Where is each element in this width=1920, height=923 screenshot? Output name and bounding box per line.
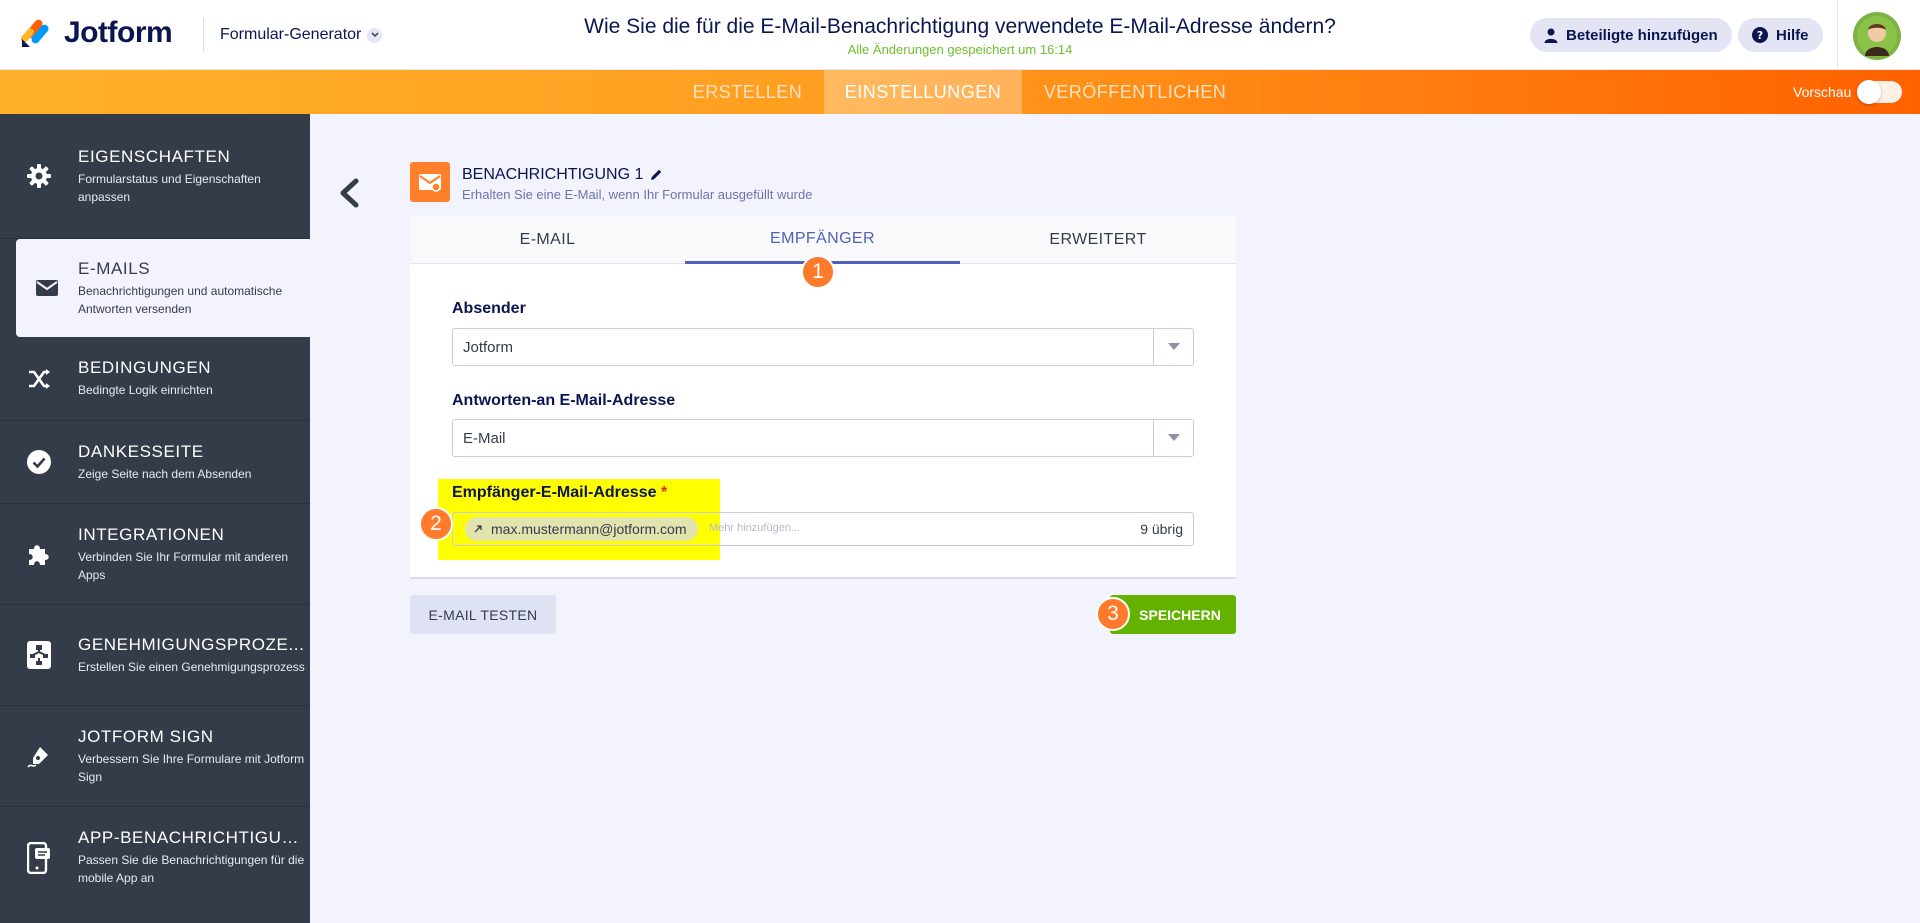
sidebar-item-subtitle: Benachrichtigungen und automatische Antw…: [78, 283, 283, 316]
sidebar-item-conditions[interactable]: BEDINGUNGEN Bedingte Logik einrichten: [0, 337, 310, 421]
remaining-count: 9 übrig: [1140, 521, 1183, 537]
step-badge-1: 1: [801, 255, 835, 289]
add-participants-button[interactable]: Beteiligte hinzufügen: [1530, 18, 1732, 52]
required-mark: *: [660, 484, 668, 501]
sidebar-item-title: INTEGRATIONEN: [78, 524, 225, 544]
recipient-label: Empfänger-E-Mail-Adresse *: [452, 484, 667, 502]
tab-advanced[interactable]: ERWEITERT: [960, 216, 1236, 264]
step-badge-2: 2: [419, 507, 453, 541]
sidebar-item-emails[interactable]: E-MAILS Benachrichtigungen und automatis…: [16, 239, 310, 337]
dropdown-arrow-icon[interactable]: [1153, 420, 1193, 456]
reply-to-label: Antworten-an E-Mail-Adresse: [452, 392, 676, 409]
sidebar-item-jotform-sign[interactable]: JOTFORM SIGN Verbessern Sie Ihre Formula…: [0, 706, 310, 807]
sender-label: Absender: [452, 300, 526, 317]
recipient-email-tag-text: max.mustermann@jotform.com: [491, 521, 687, 537]
dropdown-arrow-icon[interactable]: [1153, 329, 1193, 365]
sender-select[interactable]: Jotform: [452, 328, 1194, 366]
back-button[interactable]: [336, 178, 362, 208]
svg-text:?: ?: [1757, 29, 1763, 42]
question-icon: ?: [1752, 27, 1768, 43]
tab-email[interactable]: E-MAIL: [410, 216, 685, 264]
shuffle-icon: [0, 368, 78, 390]
add-participants-label: Beteiligte hinzufügen: [1566, 26, 1718, 44]
add-more-placeholder[interactable]: Mehr hinzufügen...: [709, 522, 800, 534]
step-badge-3: 3: [1096, 597, 1130, 631]
sidebar-item-thankyou[interactable]: DANKESSEITE Zeige Seite nach dem Absende…: [0, 421, 310, 504]
sidebar-item-title: APP-BENACHRICHTIGUNG: [78, 828, 308, 847]
notification-subtitle: Erhalten Sie eine E-Mail, wenn Ihr Formu…: [462, 187, 813, 202]
recipient-label-text: Empfänger-E-Mail-Adresse: [452, 484, 657, 501]
reply-to-value: E-Mail: [463, 430, 506, 447]
help-button[interactable]: ? Hilfe: [1738, 18, 1823, 52]
envelope-icon: [16, 279, 78, 297]
nav-tab-publish[interactable]: VERÖFFENTLICHEN: [1030, 70, 1240, 114]
recipient-email-input[interactable]: max.mustermann@jotform.com Mehr hinzufüg…: [452, 512, 1194, 546]
sidebar-item-title: JOTFORM SIGN: [78, 726, 214, 746]
sidebar-item-subtitle: Verbinden Sie Ihr Formular mit anderen A…: [78, 549, 289, 582]
notification-email-icon: [410, 162, 450, 202]
sidebar-item-subtitle: Zeige Seite nach dem Absenden: [78, 466, 252, 481]
sidebar-item-subtitle: Formularstatus und Eigenschaften anpasse…: [78, 171, 261, 204]
check-circle-icon: [0, 450, 78, 474]
builder-navbar: ERSTELLEN EINSTELLUNGEN VERÖFFENTLICHEN …: [0, 70, 1920, 114]
nav-tab-create[interactable]: ERSTELLEN: [680, 70, 815, 114]
puzzle-icon: [0, 541, 78, 567]
sidebar-item-title: E-MAILS: [78, 258, 151, 278]
avatar-face-icon: [1857, 16, 1897, 56]
sidebar-item-subtitle: Verbessern Sie Ihre Formulare mit Jotfor…: [78, 751, 305, 784]
gear-icon: [0, 163, 78, 189]
top-header: Jotform Formular-Generator Wie Sie die f…: [0, 0, 1920, 70]
flow-icon: [0, 641, 78, 669]
help-label: Hilfe: [1776, 26, 1809, 44]
sidebar-item-subtitle: Bedingte Logik einrichten: [78, 383, 213, 397]
sidebar-item-title: EIGENSCHAFTEN: [78, 146, 231, 166]
pen-icon: [0, 743, 78, 769]
sidebar-item-properties[interactable]: EIGENSCHAFTEN Formularstatus und Eigensc…: [0, 114, 310, 239]
sidebar-item-title: BEDINGUNGEN: [78, 358, 212, 377]
nav-tab-settings[interactable]: EINSTELLUNGEN: [824, 70, 1022, 114]
sidebar-item-title: DANKESSEITE: [78, 441, 204, 461]
notification-title-text: BENACHRICHTIGUNG 1: [462, 166, 644, 183]
sidebar-item-app-notification[interactable]: APP-BENACHRICHTIGUNG Passen Sie die Bena…: [0, 807, 310, 908]
user-icon: [1544, 28, 1558, 43]
sidebar-item-subtitle: Erstellen Sie einen Genehmigungsprozess: [78, 659, 305, 674]
sidebar-item-subtitle: Passen Sie die Benachrichtigungen für di…: [78, 853, 305, 885]
preview-toggle-knob[interactable]: [1857, 80, 1881, 104]
link-icon: [474, 525, 482, 533]
sender-value: Jotform: [463, 339, 514, 356]
test-email-button[interactable]: E-MAIL TESTEN: [410, 595, 556, 634]
user-avatar[interactable]: [1853, 12, 1901, 60]
settings-sidebar: EIGENSCHAFTEN Formularstatus und Eigensc…: [0, 114, 310, 923]
sidebar-item-title: GENEHMIGUNGSPROZE...: [78, 634, 305, 654]
mobile-icon: [0, 841, 78, 874]
notification-title[interactable]: BENACHRICHTIGUNG 1: [462, 166, 663, 184]
pencil-icon[interactable]: [649, 168, 663, 182]
sidebar-item-integrations[interactable]: INTEGRATIONEN Verbinden Sie Ihr Formular…: [0, 504, 310, 605]
preview-label: Vorschau: [1793, 84, 1852, 100]
recipient-email-tag[interactable]: max.mustermann@jotform.com: [465, 517, 699, 541]
sidebar-item-approval[interactable]: GENEHMIGUNGSPROZE... Erstellen Sie einen…: [0, 605, 310, 706]
header-divider-right: [1837, 0, 1838, 70]
chevron-left-icon: [340, 178, 359, 208]
reply-to-select[interactable]: E-Mail: [452, 419, 1194, 457]
